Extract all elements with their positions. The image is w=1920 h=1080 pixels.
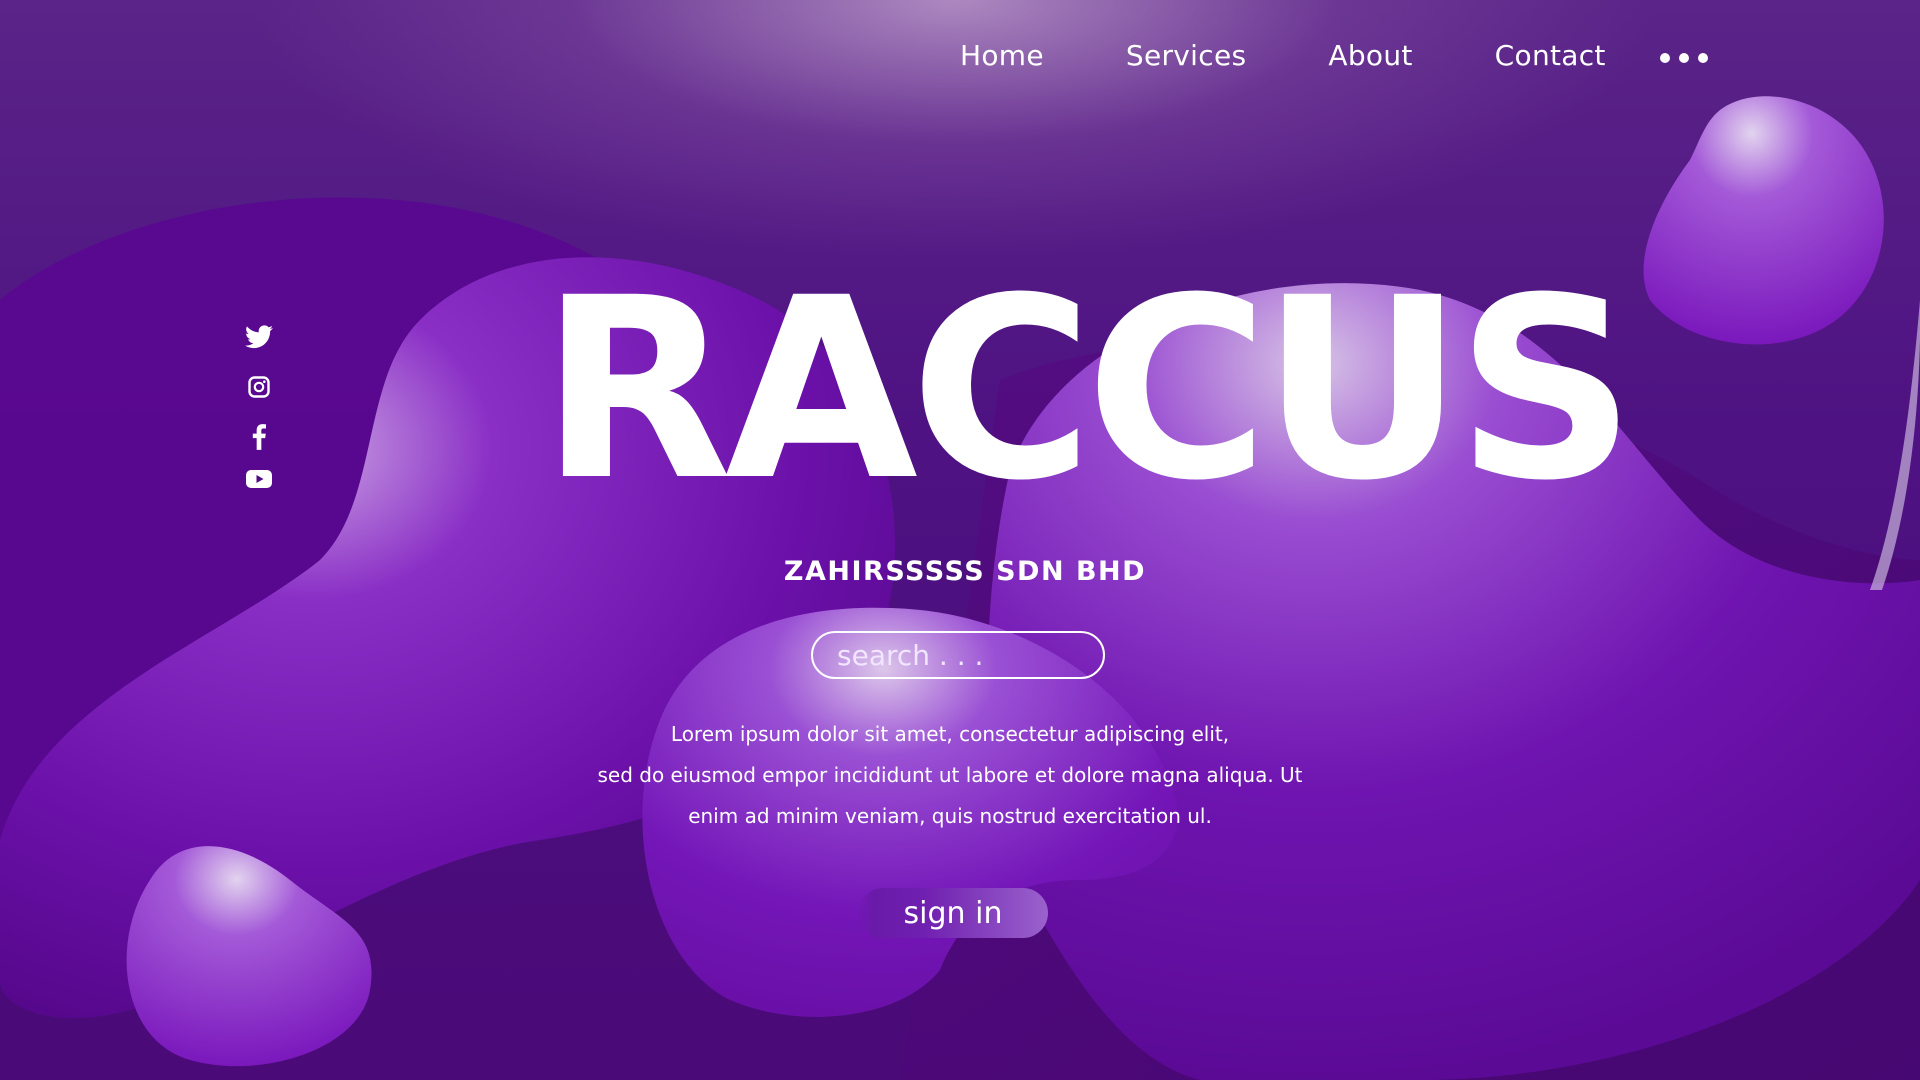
dot <box>1698 53 1708 63</box>
intro-paragraph: Lorem ipsum dolor sit amet, consectetur … <box>560 714 1340 837</box>
company-subtitle: ZAHIRSSSSS SDN BHD <box>783 556 1147 587</box>
more-dots-icon[interactable] <box>1660 50 1708 66</box>
sign-in-button[interactable]: sign in <box>858 888 1048 938</box>
nav-link-services[interactable]: Services <box>1126 39 1246 72</box>
intro-line: enim ad minim veniam, quis nostrud exerc… <box>688 804 1212 828</box>
brand-title: RACCUS <box>540 244 1636 535</box>
instagram-icon[interactable] <box>244 372 274 402</box>
dot <box>1679 53 1689 63</box>
twitter-icon[interactable] <box>244 322 274 352</box>
intro-line: sed do eiusmod empor incididunt ut labor… <box>597 763 1303 787</box>
search-input[interactable] <box>811 631 1105 679</box>
intro-line: Lorem ipsum dolor sit amet, consectetur … <box>670 722 1230 746</box>
dot <box>1660 53 1670 63</box>
landing-page: Home Services About Contact RACCUS ZAHIR… <box>0 0 1920 1080</box>
facebook-icon[interactable] <box>244 422 274 452</box>
nav-link-home[interactable]: Home <box>960 39 1044 72</box>
nav-link-contact[interactable]: Contact <box>1495 39 1606 72</box>
main-nav: Home Services About Contact <box>960 30 1688 80</box>
youtube-icon[interactable] <box>244 464 274 494</box>
nav-link-about[interactable]: About <box>1328 39 1412 72</box>
